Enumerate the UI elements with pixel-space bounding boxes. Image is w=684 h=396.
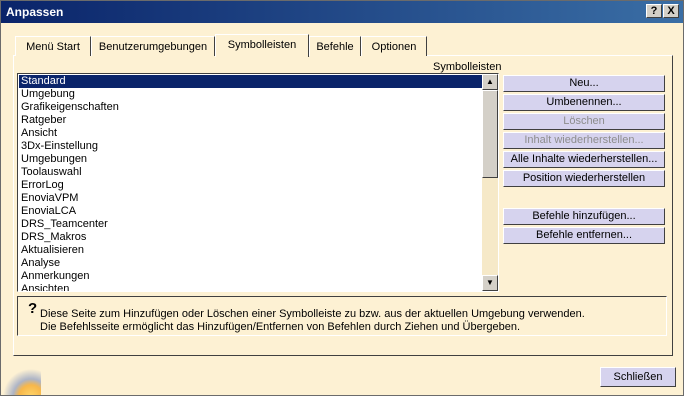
title-bar[interactable]: Anpassen ? X [1,1,683,23]
scroll-down-icon[interactable]: ▼ [482,275,498,291]
info-text-line1: Diese Seite zum Hinzufügen oder Löschen … [40,308,585,320]
add-commands-button[interactable]: Befehle hinzufügen... [503,208,665,225]
list-item[interactable]: Analyse [19,257,483,270]
scrollbar-thumb[interactable] [482,90,498,178]
help-button[interactable]: ? [646,4,662,18]
listbox-scrollbar[interactable]: ▲ ▼ [482,74,498,291]
list-item[interactable]: Toolauswahl [19,166,483,179]
list-item[interactable]: Ansichten [19,283,483,291]
scroll-up-icon[interactable]: ▲ [482,74,498,90]
tab-commands[interactable]: Befehle [309,36,361,56]
list-item[interactable]: Umgebungen [19,153,483,166]
list-item[interactable]: EnoviaLCA [19,205,483,218]
tab-user-environments[interactable]: Benutzerumgebungen [91,36,215,56]
rename-button[interactable]: Umbenennen... [503,94,665,111]
tab-options[interactable]: Optionen [361,36,427,56]
toolbars-list: Standard Umgebung Grafikeigenschaften Ratge… [19,75,483,291]
close-icon[interactable]: X [663,4,679,18]
question-mark-icon: ? [28,300,38,317]
app-logo-icon [1,363,41,395]
restore-content-button[interactable]: Inhalt wiederherstellen... [503,132,665,149]
toolbars-list-title: Symbolleisten [433,61,502,73]
close-button[interactable]: Schließen [600,367,676,387]
window-title: Anpassen [6,5,64,19]
list-item[interactable]: Ansicht [19,127,483,140]
restore-all-button[interactable]: Alle Inhalte wiederherstellen... [503,151,665,168]
customize-dialog: Anpassen ? X Menü Start Benutzerumgebung… [0,0,684,396]
delete-button[interactable]: Löschen [503,113,665,130]
list-item[interactable]: ErrorLog [19,179,483,192]
list-item[interactable]: Umgebung [19,88,483,101]
tab-toolbars[interactable]: Symbolleisten [215,34,309,57]
list-item[interactable]: EnoviaVPM [19,192,483,205]
toolbars-listbox[interactable]: Standard Umgebung Grafikeigenschaften Ratge… [17,73,499,292]
list-item[interactable]: DRS_Teamcenter [19,218,483,231]
list-item[interactable]: Aktualisieren [19,244,483,257]
info-text-line2: Die Befehlsseite ermöglicht das Hinzufüg… [40,321,521,333]
list-item[interactable]: Grafikeigenschaften [19,101,483,114]
tab-menu-start[interactable]: Menü Start [15,36,91,56]
list-item[interactable]: 3Dx-Einstellung [19,140,483,153]
list-item[interactable]: Anmerkungen [19,270,483,283]
list-item[interactable]: DRS_Makros [19,231,483,244]
new-button[interactable]: Neu... [503,75,665,92]
restore-position-button[interactable]: Position wiederherstellen [503,170,665,187]
remove-commands-button[interactable]: Befehle entfernen... [503,227,665,244]
list-item[interactable]: Ratgeber [19,114,483,127]
list-item[interactable]: Standard [19,75,483,88]
info-panel: ? Diese Seite zum Hinzufügen oder Lösche… [17,296,667,336]
